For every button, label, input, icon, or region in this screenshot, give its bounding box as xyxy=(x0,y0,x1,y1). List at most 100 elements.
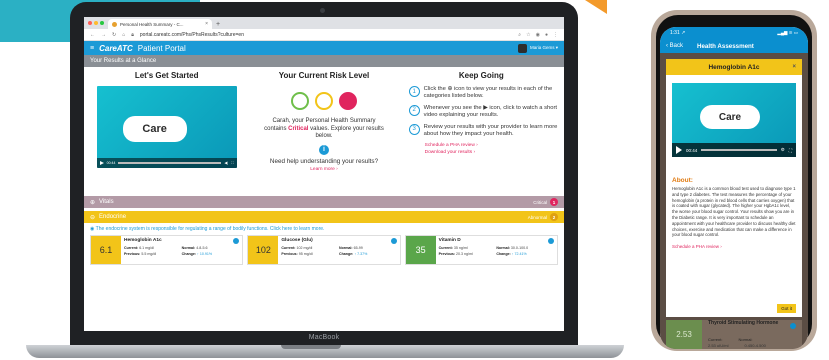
current-value: 102 mg/dl xyxy=(296,246,313,250)
settings-gear-icon[interactable]: ⚙ xyxy=(781,147,785,153)
address-bar: ← → ↻ ⌂ 🔒︎ portal.careatc.com/Phs/PhsRes… xyxy=(84,29,564,41)
video-progress-bar[interactable] xyxy=(118,162,222,164)
portal-title: Patient Portal xyxy=(137,43,186,53)
result-row-current: Current: 6.1 mg/dl Normal: 4.8-5.6 xyxy=(124,246,239,250)
current-value: 6.1 mg/dl xyxy=(139,246,154,250)
video-progress-bar[interactable] xyxy=(701,149,777,151)
background-result-labels: Current: Normal: xyxy=(708,337,752,342)
result-card[interactable]: 6.1 Hemoglobin A1c Current: 6.1 mg/dl Nor… xyxy=(90,235,244,265)
reload-icon[interactable]: ↻ xyxy=(112,32,116,38)
keep-going-column: Keep Going 1 Click the ⊕ icon to view yo… xyxy=(403,71,560,189)
background-result-values: 2.53 uIU/ml 0.450-4.500 xyxy=(708,343,766,348)
window-controls xyxy=(88,21,104,25)
result-cards: 6.1 Hemoglobin A1c Current: 6.1 mg/dl Nor… xyxy=(84,235,564,265)
play-icon[interactable] xyxy=(99,161,104,165)
normal-label: Normal: xyxy=(496,246,510,250)
step-number: 3 xyxy=(408,123,420,135)
glance-section-header: Your Results at a Glance xyxy=(84,55,564,67)
result-name: Glucose (Glu) xyxy=(281,238,313,243)
forward-arrow-icon[interactable]: → xyxy=(101,32,106,38)
endocrine-status: Abnormal 2 xyxy=(528,213,558,221)
minimize-window-button[interactable] xyxy=(94,21,98,25)
critical-word: Critical xyxy=(288,125,309,132)
endocrine-count-badge: 2 xyxy=(550,213,558,221)
phone-status-bar: 1:31 ↗ ▂▄▆ ≋ ▭ xyxy=(660,27,808,39)
fullscreen-icon[interactable]: ⛶ xyxy=(789,148,792,153)
result-card[interactable]: 35 Vitamin D Current: 35 ng/ml Normal: 30… xyxy=(404,235,558,265)
back-button[interactable]: ‹ Back xyxy=(666,43,683,49)
current-label: Current: xyxy=(281,246,296,250)
background-result-score: 2.53 xyxy=(666,320,702,349)
expand-plus-icon[interactable]: ⊕ xyxy=(90,199,95,206)
maximize-window-button[interactable] xyxy=(100,21,104,25)
schedule-pha-link[interactable]: Schedule a PHA review › xyxy=(672,244,796,249)
info-icon[interactable]: i xyxy=(318,144,329,155)
step-number: 2 xyxy=(408,104,420,116)
vitals-label: Vitals xyxy=(99,199,114,205)
result-card-body: Hemoglobin A1c Current: 6.1 mg/dl Normal:… xyxy=(121,236,242,264)
learn-more-link[interactable]: Learn more › xyxy=(310,167,337,172)
current-label: Current: xyxy=(708,337,723,342)
risk-level-column: Your Current Risk Level Carah, your Pers… xyxy=(245,71,402,189)
close-window-button[interactable] xyxy=(88,21,92,25)
schedule-pha-link[interactable]: Schedule a PHA review › xyxy=(425,143,560,148)
play-icon[interactable] xyxy=(676,146,682,154)
background-orange-accent xyxy=(585,0,607,14)
normal-label: Normal: xyxy=(339,246,353,250)
browser-tab-bar: Personal Health Summary - C... × + xyxy=(84,17,564,29)
collapse-minus-icon[interactable]: ⊖ xyxy=(90,214,95,221)
browser-tab[interactable]: Personal Health Summary - C... × xyxy=(108,19,212,29)
previous-label: Previous: xyxy=(124,252,141,256)
modal-close-icon[interactable]: × xyxy=(792,64,796,70)
endocrine-note-link[interactable]: ◉ The endocrine system is responsible fo… xyxy=(84,223,564,235)
video-logo: Care xyxy=(700,105,760,129)
download-results-link[interactable]: Download your results › xyxy=(425,150,560,155)
normal-value: 30.0-100.0 xyxy=(510,246,529,250)
change-label: Change: xyxy=(496,252,511,256)
volume-icon[interactable]: ◀) xyxy=(224,161,228,165)
lock-icon: 🔒︎ xyxy=(131,31,134,38)
video-logo: Care xyxy=(122,116,187,142)
video-play-icon[interactable] xyxy=(233,238,240,244)
current-label: Current: xyxy=(438,246,453,250)
url-field[interactable]: portal.careatc.com/Phs/PhsResults?cultur… xyxy=(140,32,244,38)
profile-icon[interactable]: ● xyxy=(545,32,548,38)
extension-icon[interactable]: ◉ xyxy=(536,32,540,38)
tab-close-icon[interactable]: × xyxy=(205,21,208,27)
modal-header: Hemoglobin A1c × xyxy=(666,59,802,75)
step-text: Click the ⊕ icon to view your results in… xyxy=(423,86,553,99)
star-icon[interactable]: ☆ xyxy=(526,32,530,38)
video-play-icon[interactable] xyxy=(390,238,397,244)
previous-label: Previous: xyxy=(281,252,298,256)
more-menu-icon[interactable]: ⋮ xyxy=(553,32,558,38)
video-play-icon[interactable] xyxy=(547,238,554,244)
got-it-button[interactable]: Got it xyxy=(777,304,796,313)
result-score: 6.1 xyxy=(91,236,121,264)
home-icon[interactable]: ⌂ xyxy=(122,32,125,38)
zoom-icon[interactable]: ⌕ xyxy=(518,32,521,38)
endocrine-category-bar[interactable]: ⊖ Endocrine Abnormal 2 xyxy=(84,211,564,223)
result-row-current: Current: 35 ng/ml Normal: 30.0-100.0 xyxy=(439,246,554,250)
user-menu[interactable]: Maria Gems ▾ xyxy=(517,43,558,53)
address-bar-icons: ⌕ ☆ ◉ ● ⋮ xyxy=(518,32,558,38)
vitals-category-bar[interactable]: ⊕ Vitals Critical 1 xyxy=(84,196,564,208)
intro-video[interactable]: Care 00:44 ◀) ⛶ xyxy=(96,86,237,168)
result-card[interactable]: 102 Glucose (Glu) Current: 102 mg/dl Norm… xyxy=(247,235,401,265)
signal-icon: ▂▄▆ ≋ ▭ xyxy=(777,30,798,35)
step-item: 1 Click the ⊕ icon to view your results … xyxy=(408,86,560,100)
modal-title: Hemoglobin A1c xyxy=(708,63,760,71)
modal-video[interactable]: Care 00:44 ⚙ ⛶ xyxy=(672,83,796,157)
user-name: Maria Gems ▾ xyxy=(529,45,558,50)
phone-page-title: Health Assessment xyxy=(697,42,754,50)
risk-summary-text: Carah, your Personal Health Summary cont… xyxy=(263,118,385,141)
normal-value: 4.8-5.6 xyxy=(196,246,208,250)
laptop-notch xyxy=(281,345,341,349)
fullscreen-icon[interactable]: ⛶ xyxy=(231,161,233,165)
laptop-brand-label: MacBook xyxy=(308,334,340,341)
hamburger-icon[interactable]: ≡ xyxy=(90,45,94,52)
back-arrow-icon[interactable]: ← xyxy=(90,32,95,38)
risk-text-end: values. Explore your results below. xyxy=(308,125,384,140)
glance-panel: Let's Get Started Care 00:44 ◀) ⛶ Your C… xyxy=(84,67,564,193)
help-question: Need help understanding your results? xyxy=(269,157,379,165)
new-tab-button[interactable]: + xyxy=(216,21,220,28)
